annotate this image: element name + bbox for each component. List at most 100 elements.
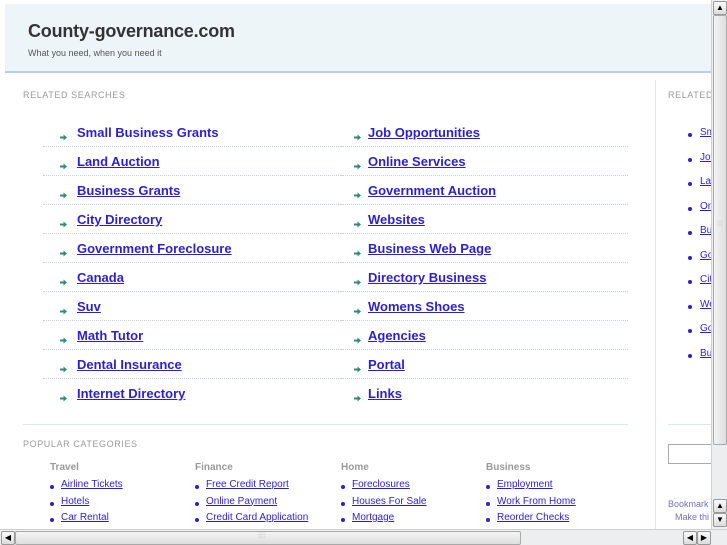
related-search-link[interactable]: Dental Insurance — [77, 357, 182, 372]
related-search-link[interactable]: Land Auction — [77, 154, 160, 169]
sidebar-link[interactable]: We — [700, 299, 711, 310]
bullet-icon — [688, 329, 692, 333]
category-link[interactable]: Online Payment — [206, 496, 277, 507]
related-search-item: Portal — [340, 350, 628, 379]
bookmark-link[interactable]: Bookmark — [668, 499, 709, 509]
arrow-right-icon — [60, 360, 67, 373]
sidebar-link[interactable]: On — [700, 201, 711, 212]
category-link[interactable]: Foreclosures — [352, 479, 410, 490]
category-link[interactable]: Credit Card Application — [206, 512, 308, 523]
grip-icon: ⁞⁞⁞ — [717, 221, 723, 228]
category-link[interactable]: Mortgage — [352, 512, 394, 523]
sidebar-link[interactable]: Go — [700, 323, 711, 334]
category-item: Employment — [486, 479, 553, 496]
category-link[interactable]: Reorder Checks — [497, 512, 569, 523]
scroll-left-button[interactable]: ◀ — [1, 531, 15, 545]
vertical-scrollbar[interactable]: ▲ ⁞⁞⁞ ▲ ▼ — [711, 0, 727, 529]
related-search-item: Business Web Page — [340, 234, 628, 263]
category-item: Mortgage — [341, 512, 394, 529]
related-search-link[interactable]: Agencies — [368, 328, 426, 343]
related-search-link[interactable]: Portal — [368, 357, 405, 372]
category-link[interactable]: Work From Home — [497, 496, 576, 507]
scroll-down-button[interactable]: ▼ — [713, 513, 727, 527]
arrow-left-icon: ◀ — [686, 533, 694, 542]
arrow-left-icon: ◀ — [4, 533, 12, 542]
related-search-link[interactable]: Math Tutor — [77, 328, 143, 343]
category-link[interactable]: Hotels — [61, 496, 89, 507]
related-search-link[interactable]: Job Opportunities — [368, 125, 480, 140]
related-search-item: Land Auction — [43, 147, 343, 176]
sidebar-link[interactable]: Go — [700, 250, 711, 261]
category-heading: Home — [341, 462, 369, 473]
category-heading: Travel — [50, 462, 79, 473]
related-search-link[interactable]: Business Grants — [77, 183, 180, 198]
related-search-link[interactable]: Business Web Page — [368, 241, 491, 256]
related-search-link[interactable]: Internet Directory — [77, 386, 185, 401]
category-link[interactable]: Employment — [497, 479, 553, 490]
related-search-item: Agencies — [340, 321, 628, 350]
related-search-item: Government Auction — [340, 176, 628, 205]
sidebar-link[interactable]: Sm — [700, 127, 711, 138]
bullet-icon — [341, 501, 345, 506]
category-link[interactable]: Airline Tickets — [61, 479, 123, 490]
vertical-scroll-thumb[interactable]: ⁞⁞⁞ — [713, 15, 727, 445]
category-item: Car Rental — [50, 512, 109, 529]
bullet-icon — [688, 182, 692, 186]
category-link[interactable]: Houses For Sale — [352, 496, 426, 507]
scroll-up-button[interactable]: ▲ — [713, 1, 727, 15]
arrow-right-icon — [60, 157, 67, 170]
sidebar-link[interactable]: Bu — [700, 348, 711, 359]
category-heading: Finance — [195, 462, 233, 473]
sidebar-link[interactable]: Cit — [700, 274, 711, 285]
related-search-link[interactable]: Websites — [368, 212, 425, 227]
related-search-link[interactable]: Government Foreclosure — [77, 241, 232, 256]
site-header: County-governance.com What you need, whe… — [5, 4, 711, 73]
arrow-down-icon: ▼ — [716, 515, 724, 524]
scroll-right-button[interactable]: ▶ — [697, 531, 711, 545]
make-homepage-link[interactable]: Make thi — [675, 512, 709, 522]
category-column-finance: Finance Free Credit Report Online Payment C… — [195, 462, 308, 529]
related-search-item: Dental Insurance — [43, 350, 343, 379]
related-search-item: Internet Directory — [43, 379, 343, 407]
bullet-icon — [688, 353, 692, 358]
arrow-right-icon — [60, 389, 67, 402]
related-searches-column-1: Small Business Grants Land Auction Busines… — [43, 118, 343, 407]
related-search-link[interactable]: City Directory — [77, 212, 162, 227]
bullet-icon — [50, 485, 54, 489]
arrow-right-icon — [60, 302, 67, 315]
category-link[interactable]: Car Rental — [61, 512, 109, 523]
bullet-icon — [195, 485, 199, 489]
arrow-up-icon: ▲ — [716, 3, 724, 12]
bullet-icon — [341, 485, 345, 489]
category-item: Foreclosures — [341, 479, 410, 496]
related-search-item: Job Opportunities — [340, 118, 628, 147]
related-search-link[interactable]: Government Auction — [368, 183, 496, 198]
sidebar-section-divider — [668, 424, 711, 425]
related-search-link[interactable]: Small Business Grants — [77, 125, 219, 140]
related-search-link[interactable]: Directory Business — [368, 270, 487, 285]
category-link[interactable]: Free Credit Report — [206, 479, 289, 490]
related-search-link[interactable]: Links — [368, 386, 402, 401]
related-search-link[interactable]: Womens Shoes — [368, 299, 465, 314]
arrow-right-icon — [354, 244, 361, 257]
related-search-item: Directory Business — [340, 263, 628, 292]
sidebar-link[interactable]: Lar — [700, 176, 711, 187]
category-item: Free Credit Report — [195, 479, 289, 496]
sidebar-link[interactable]: Bu — [700, 225, 711, 236]
related-search-item: Suv — [43, 292, 343, 321]
arrow-right-icon — [60, 186, 67, 199]
bullet-icon — [688, 280, 692, 284]
related-search-link[interactable]: Suv — [77, 299, 101, 314]
scroll-left-button-right[interactable]: ◀ — [683, 531, 697, 545]
scroll-up-button-bottom[interactable]: ▲ — [713, 499, 727, 513]
sidebar-search-input[interactable] — [668, 444, 711, 464]
bullet-icon — [688, 231, 692, 235]
bullet-icon — [50, 518, 54, 522]
sidebar-link[interactable]: Jol — [700, 152, 711, 163]
horizontal-scroll-thumb[interactable]: ⁞⁞⁞⁞ — [15, 531, 521, 545]
horizontal-scrollbar[interactable]: ◀ ⁞⁞⁞⁞ ◀ ▶ — [0, 529, 727, 545]
category-item: Online Payment — [195, 496, 277, 513]
related-search-link[interactable]: Canada — [77, 270, 124, 285]
related-search-link[interactable]: Online Services — [368, 154, 466, 169]
category-item: Airline Tickets — [50, 479, 123, 496]
